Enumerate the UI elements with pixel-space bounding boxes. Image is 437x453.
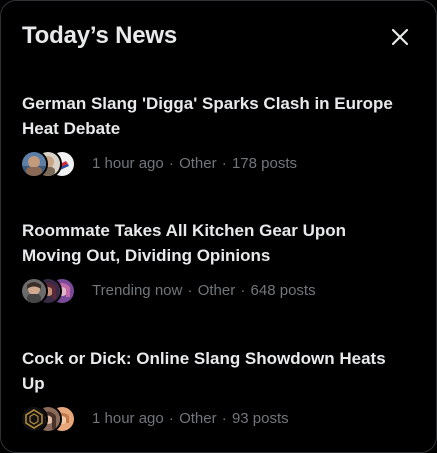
avatar-stack: [20, 405, 86, 433]
news-post-count: 648 posts: [250, 282, 316, 299]
meta-separator: ·: [240, 282, 246, 299]
close-button[interactable]: [382, 19, 418, 55]
news-meta-text: Trending now · Other · 648 posts: [92, 282, 316, 299]
news-post-count: 93 posts: [231, 410, 289, 427]
avatar: [20, 277, 48, 305]
news-headline: Cock or Dick: Online Slang Showdown Heat…: [22, 349, 386, 393]
panel-title: Today’s News: [22, 22, 177, 49]
news-item[interactable]: German Slang 'Digga' Sparks Clash in Eur…: [20, 91, 417, 178]
news-meta-text: 1 hour ago · Other · 93 posts: [92, 410, 289, 427]
meta-separator: ·: [187, 282, 193, 299]
meta-separator: ·: [221, 155, 227, 172]
meta-separator: ·: [221, 410, 227, 427]
avatar: [20, 150, 48, 178]
news-meta: 1 hour ago · Other · 178 posts: [20, 150, 417, 178]
news-time: Trending now: [92, 282, 183, 299]
news-category: Other: [179, 410, 217, 427]
news-item[interactable]: Cock or Dick: Online Slang Showdown Heat…: [20, 346, 417, 433]
news-headline: Roommate Takes All Kitchen Gear Upon Mov…: [22, 221, 347, 265]
meta-separator: ·: [168, 410, 174, 427]
meta-separator: ·: [168, 155, 174, 172]
news-time: 1 hour ago: [92, 155, 164, 172]
news-meta: 1 hour ago · Other · 93 posts: [20, 405, 417, 433]
close-icon: [390, 27, 410, 47]
avatar-stack: [20, 150, 86, 178]
news-item[interactable]: Roommate Takes All Kitchen Gear Upon Mov…: [20, 218, 417, 305]
avatar: [20, 405, 48, 433]
news-category: Other: [179, 155, 217, 172]
news-category: Other: [197, 282, 236, 299]
todays-news-panel: Today’s News German Slang 'Digga' Sparks…: [0, 0, 437, 453]
panel-header: Today’s News: [22, 19, 417, 55]
news-headline: German Slang 'Digga' Sparks Clash in Eur…: [22, 94, 393, 138]
avatar-stack: [20, 277, 86, 305]
news-meta-text: 1 hour ago · Other · 178 posts: [92, 155, 297, 172]
news-meta: Trending now · Other · 648 posts: [20, 277, 417, 305]
news-time: 1 hour ago: [92, 410, 164, 427]
news-post-count: 178 posts: [231, 155, 297, 172]
